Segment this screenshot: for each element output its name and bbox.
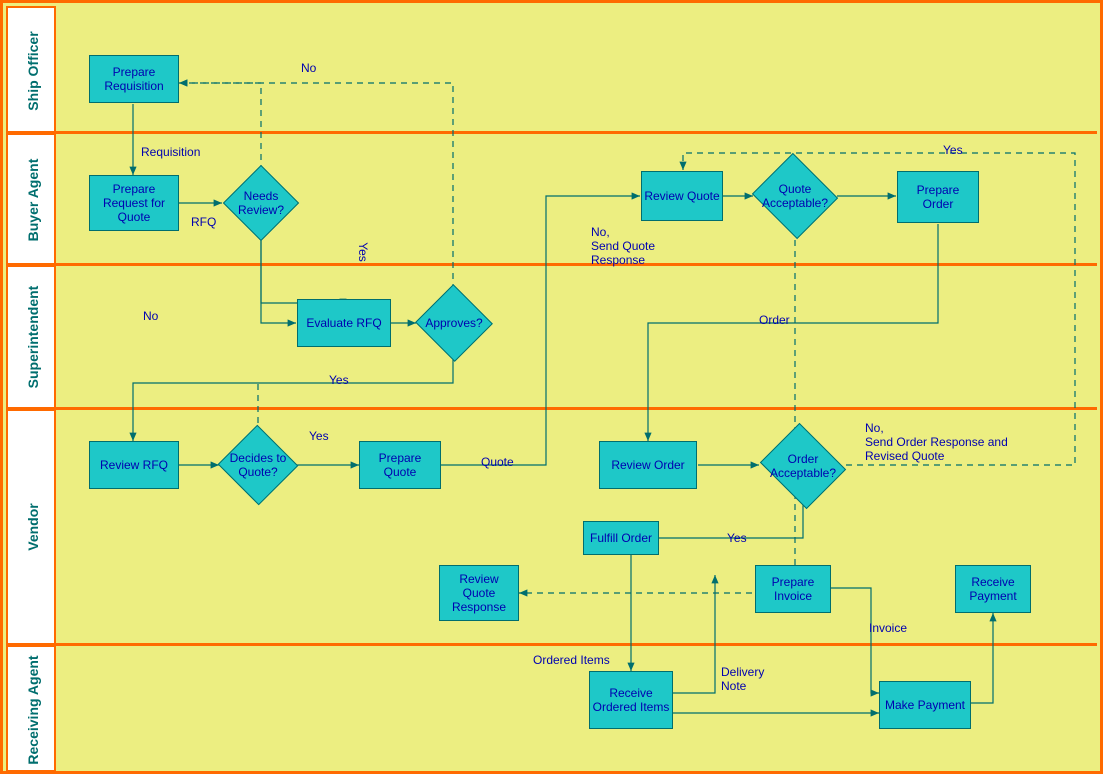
lane-bar-ship-officer: Ship Officer — [6, 6, 56, 133]
lane-sep — [56, 131, 1097, 134]
lane-label: Vendor — [25, 492, 41, 562]
box-prepare-requisition: Prepare Requisition — [89, 55, 179, 103]
box-review-order: Review Order — [599, 441, 697, 489]
label-ordered-items: Ordered Items — [533, 653, 610, 667]
box-prepare-rfq: Prepare Request for Quote — [89, 175, 179, 231]
lane-sep — [56, 263, 1097, 266]
lane-label: Ship Officer — [25, 26, 41, 116]
label-yes: Yes — [329, 373, 349, 387]
label-no-send-quote: No, Send Quote Response — [591, 225, 671, 267]
lane-sep — [56, 407, 1097, 410]
label-quote: Quote — [481, 455, 514, 469]
decision-needs-review: Needs Review? — [223, 165, 299, 241]
label-no: No — [301, 61, 316, 75]
label-rfq: RFQ — [191, 215, 216, 229]
box-review-rfq: Review RFQ — [89, 441, 179, 489]
decision-label: Decides to Quote? — [219, 427, 297, 503]
decision-label: Needs Review? — [223, 165, 299, 241]
label-invoice: Invoice — [869, 621, 907, 635]
lane-bar-superintendent: Superintendent — [6, 265, 56, 409]
label-no-send-order: No, Send Order Response and Revised Quot… — [865, 421, 1045, 463]
decision-approves: Approves? — [417, 287, 491, 359]
swimlane-diagram: Ship Officer Buyer Agent Superintendent … — [0, 0, 1103, 774]
label-requisition: Requisition — [141, 145, 200, 159]
box-prepare-invoice: Prepare Invoice — [755, 565, 831, 613]
lane-sep — [56, 643, 1097, 646]
decision-decides-to-quote: Decides to Quote? — [219, 427, 297, 503]
decision-order-acceptable: Order Acceptable? — [759, 427, 847, 505]
label-yes: Yes — [309, 429, 329, 443]
lane-bar-receiving-agent: Receiving Agent — [6, 645, 56, 772]
lane-label: Superintendent — [25, 282, 41, 392]
box-fulfill-order: Fulfill Order — [583, 521, 659, 555]
box-receive-payment: Receive Payment — [955, 565, 1031, 613]
box-receive-ordered-items: Receive Ordered Items — [589, 671, 673, 729]
lane-bar-buyer-agent: Buyer Agent — [6, 133, 56, 265]
decision-label: Order Acceptable? — [759, 427, 847, 505]
label-yes: Yes — [943, 143, 963, 157]
label-delivery-note: Delivery Note — [721, 665, 764, 693]
box-make-payment: Make Payment — [879, 681, 971, 729]
label-yes: Yes — [356, 242, 370, 262]
box-prepare-quote: Prepare Quote — [359, 441, 441, 489]
decision-label: Approves? — [417, 287, 491, 359]
box-evaluate-rfq: Evaluate RFQ — [297, 299, 391, 347]
lane-label: Buyer Agent — [25, 155, 41, 245]
decision-quote-acceptable: Quote Acceptable? — [753, 157, 837, 235]
box-review-quote-response: Review Quote Response — [439, 565, 519, 621]
decision-label: Quote Acceptable? — [753, 157, 837, 235]
label-yes: Yes — [727, 531, 747, 545]
lane-bar-vendor: Vendor — [6, 409, 56, 645]
label-no: No — [143, 309, 158, 323]
box-prepare-order: Prepare Order — [897, 171, 979, 223]
box-review-quote: Review Quote — [641, 171, 723, 221]
lane-label: Receiving Agent — [25, 655, 41, 765]
label-order: Order — [759, 313, 790, 327]
